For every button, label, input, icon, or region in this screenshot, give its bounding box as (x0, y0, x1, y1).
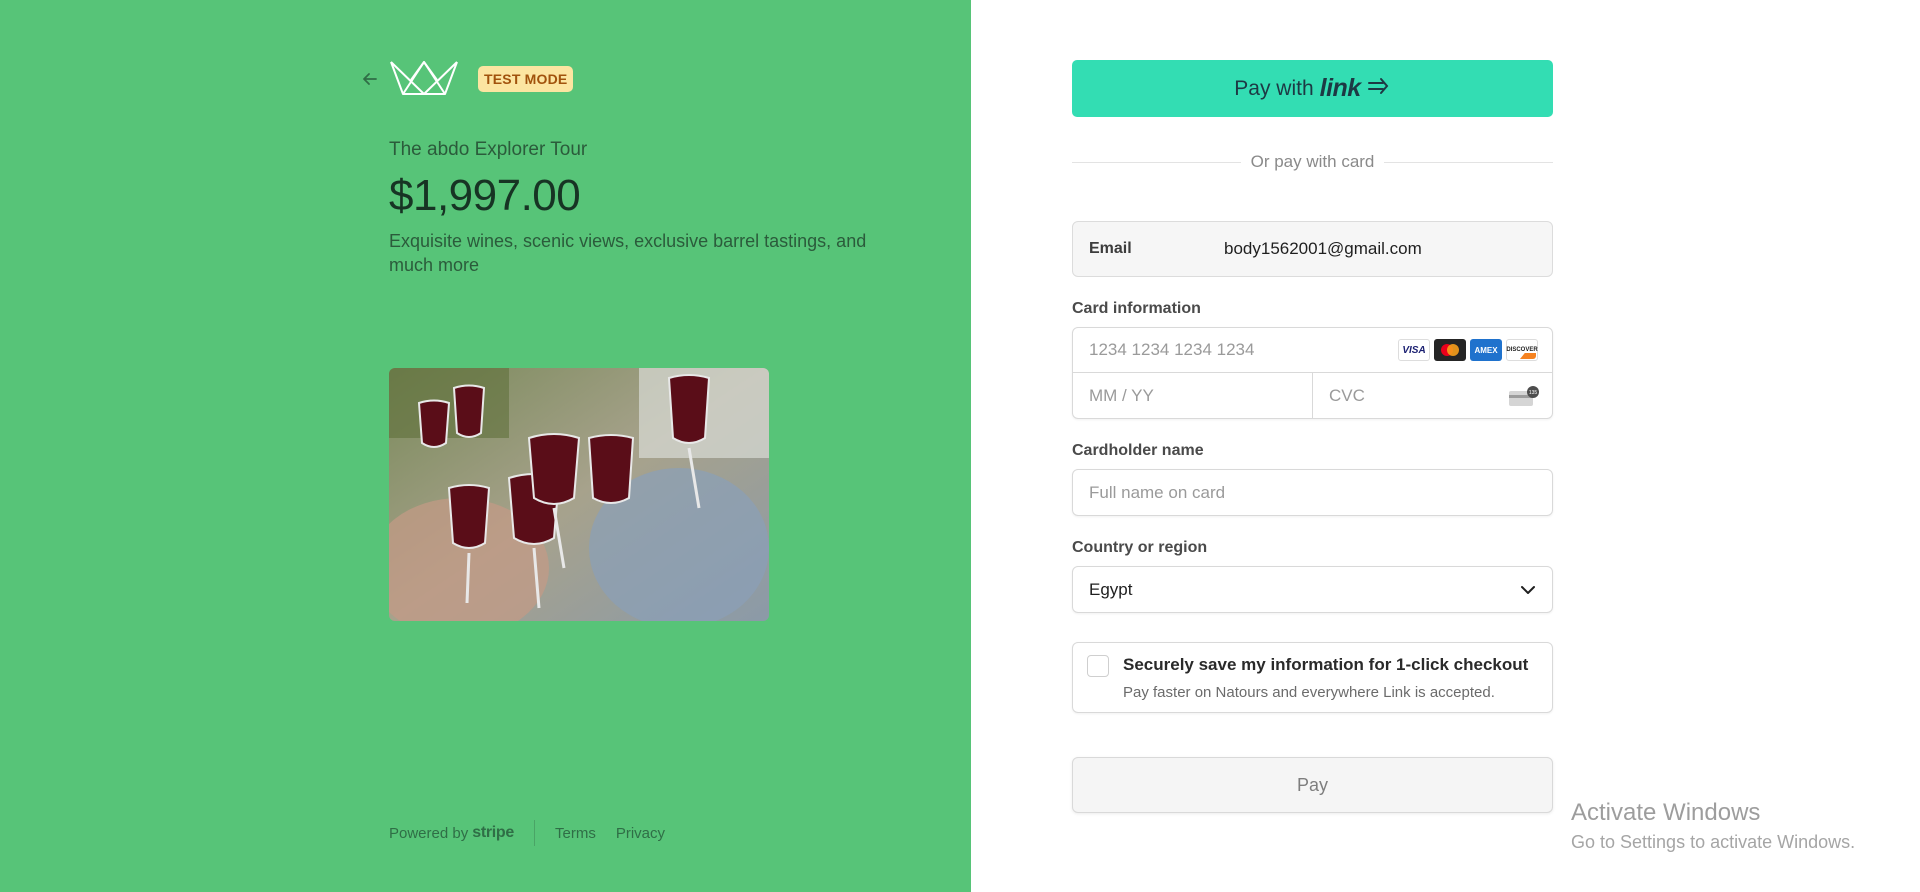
card-information-group: VISA AMEX DISCOVER 135 (1072, 327, 1553, 419)
save-info-checkbox[interactable] (1087, 655, 1109, 677)
country-label: Country or region (1072, 539, 1208, 556)
visa-icon: VISA (1398, 339, 1430, 361)
product-price: $1,997.00 (389, 171, 581, 220)
terms-link[interactable]: Terms (555, 825, 596, 842)
cardholder-name-input[interactable] (1089, 482, 1536, 503)
divider-line (1072, 161, 1241, 163)
back-arrow-icon[interactable] (359, 68, 381, 90)
card-brands: VISA AMEX DISCOVER (1398, 339, 1538, 361)
product-image (389, 368, 769, 621)
powered-by-label: Powered by (389, 824, 469, 842)
product-name: The abdo Explorer Tour (389, 139, 588, 160)
discover-icon: DISCOVER (1506, 339, 1538, 361)
chevron-down-icon (1520, 580, 1536, 600)
country-value: Egypt (1089, 579, 1133, 599)
pay-with-label: Pay with (1234, 76, 1314, 100)
link-brand: link (1319, 74, 1362, 102)
save-info-option: Securely save my information for 1-click… (1072, 642, 1553, 713)
amex-icon: AMEX (1470, 339, 1502, 361)
email-field[interactable]: Email body1562001@gmail.com (1072, 221, 1553, 277)
save-info-subtitle: Pay faster on Natours and everywhere Lin… (1123, 684, 1495, 701)
activate-windows-title: Activate Windows (1571, 799, 1761, 826)
email-value: body1562001@gmail.com (1224, 239, 1422, 258)
save-info-title: Securely save my information for 1-click… (1123, 655, 1529, 674)
cardholder-name-field (1072, 469, 1553, 516)
or-pay-with-card-divider: Or pay with card (1072, 152, 1554, 172)
cvc-card-icon: 135 (1508, 385, 1539, 406)
cvc-input[interactable] (1329, 385, 1508, 406)
cardholder-name-label: Cardholder name (1072, 442, 1204, 459)
test-mode-badge: TEST MODE (478, 66, 574, 92)
crown-logo-icon (389, 58, 459, 98)
divider-line (1384, 161, 1554, 163)
card-number-input[interactable] (1089, 340, 1398, 360)
footer: Powered by stripe Terms Privacy (389, 820, 685, 846)
link-arrow-icon (1367, 77, 1391, 101)
product-summary-panel: TEST MODE The abdo Explorer Tour $1,997.… (0, 0, 971, 892)
expiry-input[interactable] (1089, 385, 1298, 406)
card-information-label: Card information (1072, 300, 1201, 317)
country-select[interactable]: Egypt (1072, 566, 1553, 613)
pay-with-link-button[interactable]: Pay with link (1072, 60, 1553, 117)
mastercard-icon (1434, 339, 1466, 361)
pay-button[interactable]: Pay (1072, 757, 1553, 813)
product-description: Exquisite wines, scenic views, exclusive… (389, 231, 867, 275)
divider-text: Or pay with card (1250, 152, 1375, 171)
email-label: Email (1089, 240, 1132, 257)
activate-windows-subtitle: Go to Settings to activate Windows. (1571, 832, 1856, 852)
footer-divider (534, 820, 535, 846)
cvc-icon-text: 135 (1529, 390, 1538, 396)
powered-by-stripe[interactable]: Powered by stripe (389, 824, 514, 842)
privacy-link[interactable]: Privacy (616, 825, 665, 842)
stripe-logo: stripe (472, 824, 514, 841)
